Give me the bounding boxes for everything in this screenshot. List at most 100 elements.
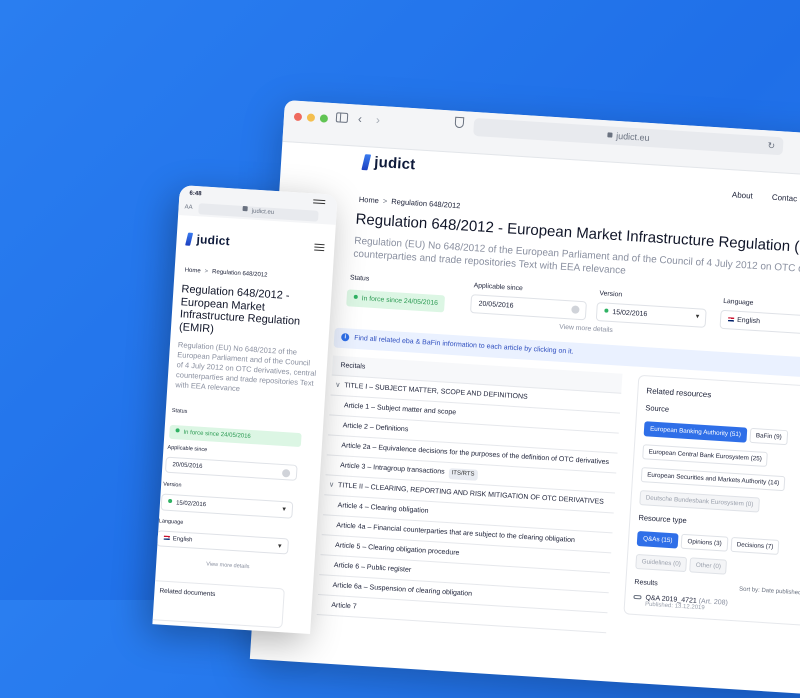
hamburger-menu-icon[interactable] xyxy=(314,243,325,252)
source-filter-chip[interactable]: European Securities and Markets Authorit… xyxy=(640,467,786,492)
reader-aa-button[interactable]: AA xyxy=(184,204,192,210)
toc-row-label: Article 3 – Intragroup transactions xyxy=(339,462,445,476)
mobile-view-more-details-link[interactable]: View more details xyxy=(206,561,250,570)
resource-type-filter-chip[interactable]: Guidelines (0) xyxy=(635,553,688,573)
toc-row-label: Article 5 – Clearing obligation procedur… xyxy=(334,542,460,557)
breadcrumb-current: Regulation 648/2012 xyxy=(390,196,461,211)
calendar-icon xyxy=(571,305,580,314)
nav-about-link[interactable]: About xyxy=(732,190,753,200)
related-documents-title: Related documents xyxy=(159,587,216,599)
mobile-judict-logo[interactable]: judict xyxy=(185,232,231,249)
mobile-address-bar[interactable]: judict.eu xyxy=(198,203,319,222)
minimize-window-button[interactable] xyxy=(306,113,316,122)
maximize-window-button[interactable] xyxy=(319,114,329,123)
toc-row-label: Article 6a – Suspension of clearing obli… xyxy=(332,581,473,598)
close-window-button[interactable] xyxy=(293,112,303,122)
related-documents-card[interactable]: Related documents xyxy=(152,579,285,629)
applicable-since-value: 20/05/2016 xyxy=(478,300,514,310)
version-select[interactable]: 15/02/2016 ▾ xyxy=(595,301,707,328)
nav-contact-link[interactable]: Contac xyxy=(772,193,798,204)
version-dot-icon xyxy=(604,308,609,313)
breadcrumb-separator: > xyxy=(382,196,388,206)
version-label: Version xyxy=(599,290,623,299)
chevron-down-icon: ∨ xyxy=(334,381,341,390)
info-icon: i xyxy=(340,333,350,342)
source-filter-chip[interactable]: European Banking Authority (51) xyxy=(643,421,748,443)
mobile-applicable-since-field[interactable]: 20/05/2016 xyxy=(164,456,298,481)
status-value: In force since 24/05/2016 xyxy=(361,295,439,307)
view-more-details-link[interactable]: View more details xyxy=(559,324,613,334)
source-filter-group: European Banking Authority (51) BaFin (9)… xyxy=(639,417,800,520)
related-resources-title: Related resources xyxy=(646,386,712,400)
mobile-version-label: Version xyxy=(162,481,182,489)
logo-mark-icon xyxy=(185,232,194,246)
sort-label: Sort by: Date published xyxy=(738,586,800,597)
desktop-browser-window: ‹ › judict.eu ↻ judict About Contac Home… xyxy=(249,100,800,698)
breadcrumb-home[interactable]: Home xyxy=(184,267,200,274)
mobile-page-subtitle: Regulation (EU) No 648/2012 of the Europ… xyxy=(175,340,317,394)
breadcrumb-separator: > xyxy=(204,268,209,275)
applicable-since-label: Applicable since xyxy=(473,282,523,293)
reload-icon[interactable]: ↻ xyxy=(767,136,776,154)
link-icon xyxy=(633,594,642,600)
mobile-status-value: In force since 24/05/2016 xyxy=(183,429,251,440)
toc-row-label: Article 4 – Clearing obligation xyxy=(337,502,429,515)
its-rts-tag[interactable]: ITS/RTS xyxy=(448,468,478,481)
breadcrumb-current: Regulation 648/2012 xyxy=(211,269,268,279)
toc-row-label: Article 1 – Subject matter and scope xyxy=(343,402,457,417)
chevron-down-icon: ▾ xyxy=(695,313,700,321)
mobile-status-label: Status xyxy=(171,407,188,415)
result-item[interactable]: Q&A 2019_4721 (Art. 208) Published: 13.1… xyxy=(633,594,800,618)
status-dot-icon xyxy=(353,294,358,299)
toc-row-label: Article 7 xyxy=(331,601,357,611)
chevron-down-icon: ∨ xyxy=(328,481,335,489)
address-bar[interactable]: judict.eu ↻ xyxy=(473,117,784,156)
forward-arrow-icon[interactable]: › xyxy=(375,113,380,127)
status-bar-time: 6:48 xyxy=(189,190,202,198)
sidebar-toggle-icon[interactable] xyxy=(335,112,349,123)
back-arrow-icon[interactable]: ‹ xyxy=(358,112,363,126)
resource-type-filter-chip[interactable]: Decisions (7) xyxy=(730,536,780,555)
mobile-version-select[interactable]: 15/02/2016 ▾ xyxy=(160,493,294,519)
breadcrumb-home[interactable]: Home xyxy=(359,195,380,205)
resource-type-filter-chip[interactable]: Q&As (15) xyxy=(636,530,679,549)
chevron-down-icon: ▾ xyxy=(282,506,287,514)
source-filter-chip[interactable]: BaFin (9) xyxy=(749,427,789,446)
sort-select[interactable]: Sort by: Date published ▾ xyxy=(739,585,800,596)
mobile-status-badge: In force since 24/05/2016 xyxy=(169,420,302,448)
uk-flag-icon xyxy=(727,317,735,322)
resource-type-filter-chip[interactable]: Other (0) xyxy=(689,557,728,575)
table-of-contents: Recitals ∨ TITLE I – SUBJECT MATTER, SCOPE… xyxy=(316,355,623,634)
applicable-since-field[interactable]: 20/05/2016 xyxy=(469,294,587,321)
status-label: Status xyxy=(349,274,370,283)
judict-logo[interactable]: judict xyxy=(361,153,416,174)
calendar-icon xyxy=(281,468,291,478)
chevron-down-icon: ▾ xyxy=(277,542,282,551)
uk-flag-icon xyxy=(163,535,170,541)
mobile-applicable-since-value: 20/05/2016 xyxy=(172,462,203,470)
privacy-shield-icon[interactable] xyxy=(454,116,465,129)
logo-text: judict xyxy=(373,153,416,174)
version-dot-icon xyxy=(168,498,173,504)
mobile-breadcrumb: Home > Regulation 648/2012 xyxy=(184,267,267,278)
source-filter-chip[interactable]: European Central Bank Eurosystem (25) xyxy=(642,444,769,468)
status-dot-icon xyxy=(175,428,180,433)
mobile-address-bar-url: judict.eu xyxy=(251,208,275,216)
mobile-language-select[interactable]: English ▾ xyxy=(156,530,290,555)
address-bar-url: judict.eu xyxy=(615,130,650,143)
resource-type-filter-group: Q&As (15) Opinions (3) Decisions (7) Guidel… xyxy=(635,527,800,584)
toc-row-label: Recitals xyxy=(340,362,366,371)
related-resources-panel: Related resources Source European Bankin… xyxy=(623,374,800,627)
source-filter-chip[interactable]: Deutsche Bundesbank Eurosystem (0) xyxy=(639,490,760,513)
toc-row-label: Article 2 – Definitions xyxy=(342,422,409,434)
mobile-version-value: 15/02/2016 xyxy=(175,500,207,509)
mobile-language-value: English xyxy=(172,536,193,544)
mobile-logo-text: judict xyxy=(196,232,231,249)
mobile-applicable-since-label: Applicable since xyxy=(167,444,208,454)
mobile-language-label: Language xyxy=(158,518,184,526)
signal-battery-icon xyxy=(313,199,326,205)
lock-icon xyxy=(242,206,249,212)
toc-row-label: Article 6 – Public register xyxy=(333,561,412,574)
language-select[interactable]: English xyxy=(719,309,800,336)
resource-type-filter-chip[interactable]: Opinions (3) xyxy=(681,533,729,552)
